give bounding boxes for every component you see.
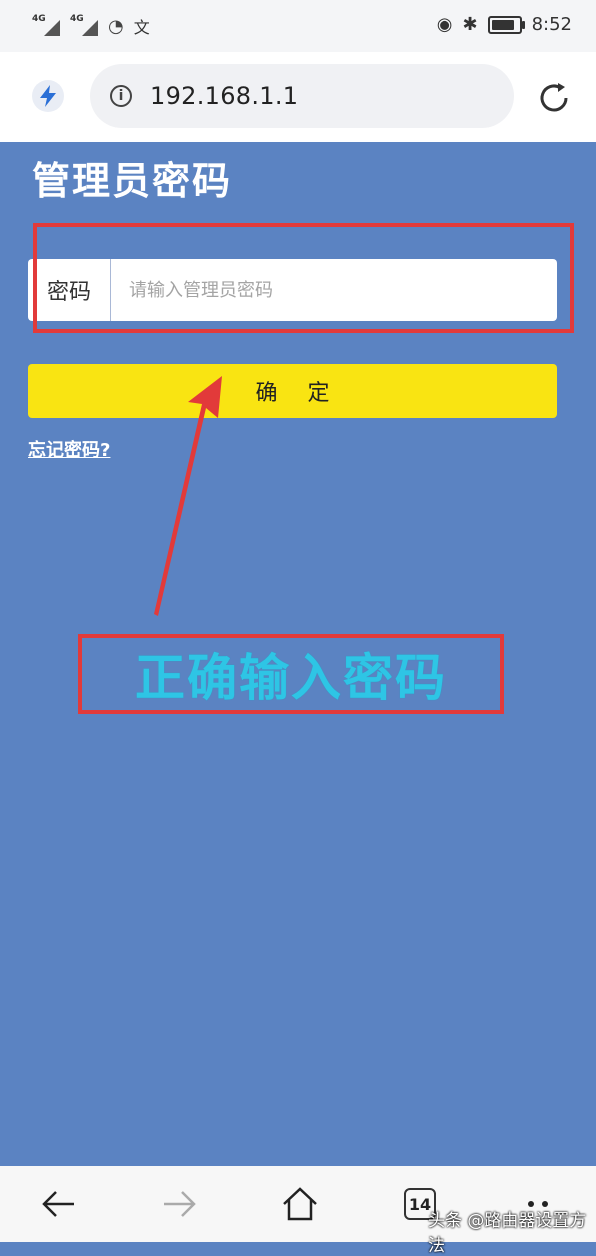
watermark: 头条 @路由器设置方法	[428, 1211, 587, 1256]
language-icon: 文	[133, 18, 150, 37]
forward-icon[interactable]	[156, 1180, 204, 1228]
annotation-box-note: 正确输入密码	[78, 634, 504, 714]
status-left: 4G 4G ◔ 文	[32, 14, 150, 38]
forgot-password-link[interactable]: 忘记密码?	[28, 436, 110, 462]
wifi-icon: ◔	[108, 15, 124, 37]
address-bar[interactable]: i 192.168.1.1	[90, 64, 514, 128]
clock: 8:52	[531, 14, 572, 35]
annotation-note: 正确输入密码	[135, 649, 447, 707]
info-icon[interactable]: i	[110, 85, 132, 107]
eye-icon: ◉	[436, 14, 453, 35]
bluetooth-icon: ✱	[462, 14, 478, 35]
status-bar: 4G 4G ◔ 文 ◉ ✱ 8:52	[0, 0, 596, 52]
confirm-button[interactable]: 确定	[28, 364, 557, 418]
annotation-arrow	[154, 376, 222, 616]
browser-toolbar: i 192.168.1.1	[0, 52, 596, 142]
lightning-icon[interactable]	[32, 80, 64, 112]
back-icon[interactable]	[34, 1180, 82, 1228]
signal-icon: 4G	[70, 14, 98, 36]
url-text[interactable]: 192.168.1.1	[150, 82, 298, 110]
battery-icon	[487, 15, 525, 34]
password-row: 密码	[28, 259, 557, 321]
home-icon[interactable]	[276, 1180, 324, 1228]
page-title: 管理员密码	[32, 159, 233, 203]
password-label: 密码	[28, 259, 111, 321]
status-right: ◉ ✱ 8:52	[437, 14, 572, 35]
password-input[interactable]	[111, 259, 557, 321]
signal-icon: 4G	[32, 14, 60, 36]
reload-icon[interactable]	[536, 80, 572, 116]
